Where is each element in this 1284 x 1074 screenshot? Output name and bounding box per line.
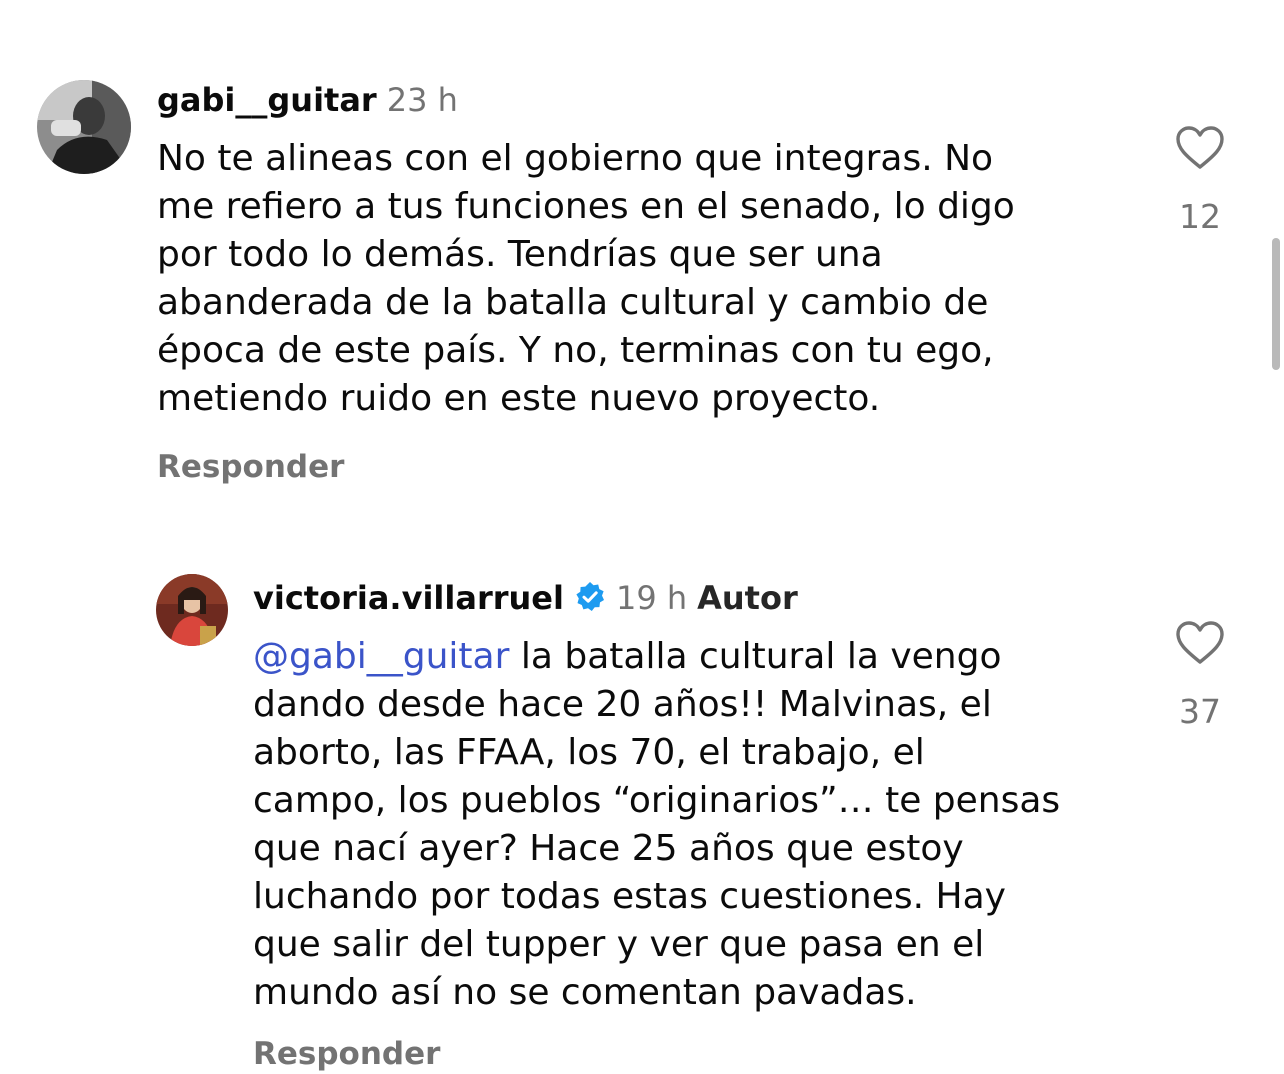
reply-button[interactable]: Responder <box>253 1034 440 1074</box>
verified-badge-icon <box>576 582 604 611</box>
like-button[interactable]: 37 <box>1174 620 1226 732</box>
mention-link[interactable]: @gabi__guitar <box>253 636 509 677</box>
username[interactable]: gabi__guitar <box>157 81 377 119</box>
avatar[interactable] <box>156 574 228 646</box>
author-badge: Autor <box>697 579 798 617</box>
comment-time: 23 h <box>386 81 458 119</box>
heart-outline-icon <box>1176 621 1224 664</box>
comment-text: @gabi__guitar la batalla cultural la ven… <box>253 636 1061 1013</box>
like-count: 37 <box>1179 692 1221 731</box>
like-button[interactable]: 12 <box>1174 125 1226 237</box>
avatar[interactable] <box>37 80 131 174</box>
heart-outline-icon <box>1176 126 1224 169</box>
username[interactable]: victoria.villarruel <box>253 579 564 617</box>
comment-time: 19 h <box>615 579 688 617</box>
like-count: 12 <box>1179 197 1221 236</box>
comment-text: No te alineas con el gobierno que integr… <box>157 138 1015 419</box>
scrollbar[interactable] <box>1272 238 1280 370</box>
reply-button[interactable]: Responder <box>157 447 344 487</box>
